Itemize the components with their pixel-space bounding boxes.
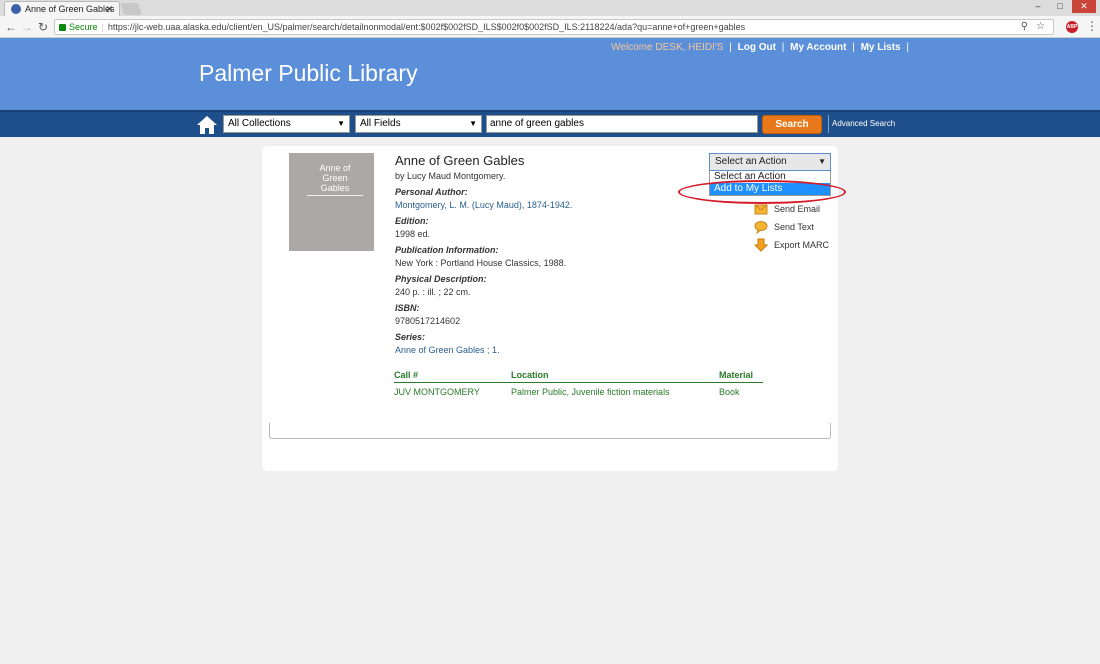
- holdings-table: Call # Location Material JUV MONTGOMERY …: [394, 368, 763, 400]
- field-label: Publication Information:: [395, 245, 499, 255]
- home-icon[interactable]: [196, 115, 218, 135]
- search-button[interactable]: Search: [762, 115, 822, 134]
- search-input[interactable]: anne of green gables: [486, 115, 758, 133]
- minimize-icon[interactable]: –: [1028, 0, 1048, 13]
- close-icon[interactable]: ✕: [105, 2, 113, 16]
- address-bar[interactable]: Secure | https://jlc-web.uaa.alaska.edu/cl…: [54, 19, 1054, 35]
- browser-toolbar: ← → ↻ Secure | https://jlc-web.uaa.alaska.…: [0, 16, 1100, 38]
- new-tab-button[interactable]: [119, 3, 143, 15]
- welcome-text: Welcome DESK, HEIDI'S: [611, 42, 724, 53]
- column-header: Material: [719, 370, 754, 380]
- field-value: 9780517214602: [395, 316, 461, 326]
- location: Palmer Public, Juvenile fiction material…: [511, 387, 670, 397]
- field-value: New York : Portland House Classics, 1988…: [395, 258, 567, 268]
- send-email-action[interactable]: Send Email: [754, 202, 829, 220]
- field-label: ISBN:: [395, 303, 420, 313]
- field-value: 240 p. : ill. ; 22 cm.: [395, 287, 471, 297]
- download-arrow-icon: [754, 238, 768, 252]
- reload-icon[interactable]: ↻: [36, 19, 50, 35]
- send-email-label: Send Email: [774, 204, 821, 214]
- details-footer-box: [269, 423, 831, 439]
- chevron-down-icon: ▼: [337, 119, 345, 128]
- author-link[interactable]: Montgomery, L. M. (Lucy Maud), 1874-1942…: [395, 200, 695, 210]
- field-value: 1998 ed.: [395, 229, 431, 239]
- action-select[interactable]: Select an Action ▼: [709, 153, 831, 171]
- library-header: Welcome DESK, HEIDI'S | Log Out | My Acc…: [0, 38, 1100, 110]
- export-marc-label: Export MARC: [774, 240, 830, 250]
- lock-icon: [59, 24, 66, 31]
- record-byline: by Lucy Maud Montgomery.: [395, 171, 506, 181]
- browser-menu-icon[interactable]: ⋮: [1086, 19, 1098, 33]
- chevron-down-icon: ▼: [818, 157, 826, 166]
- book-cover[interactable]: Anne of Green Gables: [289, 153, 374, 251]
- series-link[interactable]: Anne of Green Gables ; 1.: [395, 345, 695, 355]
- url-divider: |: [101, 22, 104, 32]
- adblock-icon[interactable]: ABP: [1066, 21, 1078, 33]
- field-select-value: All Fields: [360, 118, 401, 129]
- field-label: Series:: [395, 332, 426, 342]
- globe-icon: [11, 4, 21, 14]
- record-card: Anne of Green Gables Anne of Green Gable…: [262, 146, 846, 471]
- user-bar-separator: |: [906, 42, 909, 53]
- maximize-icon[interactable]: □: [1050, 0, 1070, 13]
- tab-title: Anne of Green Gables: [25, 4, 115, 14]
- bookmark-star-icon[interactable]: ☆: [1036, 20, 1045, 34]
- action-select-value: Select an Action: [715, 156, 787, 167]
- user-bar-separator: |: [852, 42, 855, 53]
- field-select[interactable]: All Fields ▼: [355, 115, 482, 133]
- field-label: Edition:: [395, 216, 429, 226]
- window-close-icon[interactable]: ✕: [1072, 0, 1096, 13]
- column-header: Location: [511, 370, 549, 380]
- table-row: JUV MONTGOMERY Palmer Public, Juvenile f…: [394, 385, 763, 400]
- chevron-down-icon: ▼: [469, 119, 477, 128]
- forward-icon[interactable]: →: [20, 19, 34, 35]
- cover-title: Anne of Green Gables: [307, 163, 363, 196]
- user-bar: Welcome DESK, HEIDI'S | Log Out | My Acc…: [611, 42, 912, 53]
- record-details: Anne of Green Gables by Lucy Maud Montgo…: [395, 153, 695, 355]
- user-bar-separator: |: [729, 42, 732, 53]
- field-label: Physical Description:: [395, 274, 487, 284]
- my-lists-link[interactable]: My Lists: [861, 42, 901, 53]
- library-title: Palmer Public Library: [199, 60, 418, 86]
- log-out-link[interactable]: Log Out: [738, 42, 776, 53]
- export-marc-action[interactable]: Export MARC: [754, 238, 829, 256]
- secure-label: Secure: [69, 22, 98, 32]
- window-controls: – □ ✕: [1028, 0, 1096, 14]
- highlight-annotation: [678, 180, 846, 204]
- action-list: Send Email Send Text Export MARC: [754, 202, 829, 256]
- collection-select-value: All Collections: [228, 118, 291, 129]
- field-label: Personal Author:: [395, 187, 468, 197]
- holdings-header-row: Call # Location Material: [394, 368, 763, 383]
- browser-tab[interactable]: Anne of Green Gables ✕: [4, 1, 120, 16]
- back-icon[interactable]: ←: [4, 19, 18, 35]
- record-title: Anne of Green Gables: [395, 153, 525, 168]
- send-text-action[interactable]: Send Text: [754, 220, 829, 238]
- advanced-search-link[interactable]: Advanced Search: [828, 115, 895, 133]
- envelope-icon: [754, 204, 768, 215]
- speech-bubble-icon: [754, 221, 768, 234]
- send-text-label: Send Text: [774, 222, 814, 232]
- browser-tab-bar: Anne of Green Gables ✕ – □ ✕: [0, 0, 1100, 16]
- my-account-link[interactable]: My Account: [790, 42, 846, 53]
- url-text: https://jlc-web.uaa.alaska.edu/client/en…: [107, 22, 746, 32]
- collection-select[interactable]: All Collections ▼: [223, 115, 350, 133]
- call-number: JUV MONTGOMERY: [394, 387, 480, 397]
- user-bar-separator: |: [781, 42, 785, 53]
- zoom-icon[interactable]: ⚲: [1021, 20, 1028, 34]
- search-bar: All Collections ▼ All Fields ▼ anne of g…: [0, 110, 1100, 137]
- material: Book: [719, 387, 740, 397]
- column-header: Call #: [394, 370, 419, 380]
